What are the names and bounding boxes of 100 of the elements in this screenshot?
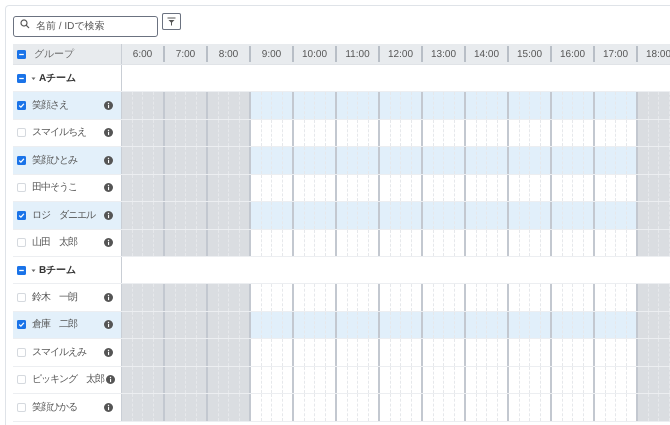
time-slot[interactable] bbox=[251, 92, 294, 118]
checkbox[interactable] bbox=[17, 210, 26, 220]
time-slot[interactable] bbox=[208, 147, 251, 174]
time-slot[interactable] bbox=[208, 366, 251, 393]
time-slot[interactable] bbox=[552, 92, 595, 118]
time-slot[interactable] bbox=[595, 92, 638, 118]
time-slot[interactable] bbox=[122, 284, 165, 310]
time-slot[interactable] bbox=[337, 312, 380, 338]
time-slot[interactable] bbox=[208, 120, 251, 146]
time-slot[interactable] bbox=[208, 312, 251, 338]
time-slot[interactable] bbox=[165, 147, 208, 174]
time-slot[interactable] bbox=[638, 120, 670, 146]
time-slot[interactable] bbox=[208, 339, 251, 366]
time-slot[interactable] bbox=[122, 312, 165, 338]
time-slot[interactable] bbox=[337, 202, 380, 228]
caret-icon[interactable] bbox=[31, 76, 36, 80]
time-slot[interactable] bbox=[638, 312, 670, 338]
time-slot[interactable] bbox=[208, 92, 251, 118]
info-icon[interactable] bbox=[104, 402, 113, 412]
time-slot[interactable] bbox=[122, 92, 165, 118]
time-slot[interactable] bbox=[251, 147, 294, 174]
time-slot[interactable] bbox=[638, 174, 670, 201]
time-slot[interactable] bbox=[638, 92, 670, 118]
time-slot[interactable] bbox=[380, 147, 423, 174]
time-slot[interactable] bbox=[122, 366, 165, 393]
time-slot[interactable] bbox=[337, 147, 380, 174]
info-icon[interactable] bbox=[104, 156, 113, 165]
info-icon[interactable] bbox=[104, 210, 113, 220]
time-slot[interactable] bbox=[552, 202, 595, 228]
checkbox[interactable] bbox=[17, 266, 26, 274]
checkbox[interactable] bbox=[17, 238, 26, 248]
time-slot[interactable] bbox=[165, 120, 208, 146]
time-slot[interactable] bbox=[466, 202, 509, 228]
info-icon[interactable] bbox=[104, 100, 113, 110]
checkbox[interactable] bbox=[17, 74, 26, 82]
time-slot[interactable] bbox=[122, 230, 165, 256]
time-slot[interactable] bbox=[122, 120, 165, 146]
time-slot[interactable] bbox=[509, 312, 552, 338]
time-slot[interactable] bbox=[423, 202, 466, 228]
checkbox[interactable] bbox=[17, 183, 26, 192]
time-slot[interactable] bbox=[294, 202, 337, 228]
time-slot[interactable] bbox=[509, 202, 552, 228]
time-slot[interactable] bbox=[638, 147, 670, 174]
time-slot[interactable] bbox=[380, 312, 423, 338]
time-slot[interactable] bbox=[122, 394, 165, 420]
time-slot[interactable] bbox=[165, 339, 208, 366]
time-slot[interactable] bbox=[165, 230, 208, 256]
filter-button[interactable] bbox=[162, 13, 181, 30]
search-field[interactable]: 名前 / IDで検索 bbox=[13, 16, 158, 37]
time-slot[interactable] bbox=[122, 174, 165, 201]
time-slot[interactable] bbox=[208, 284, 251, 310]
caret-icon[interactable] bbox=[31, 268, 36, 272]
time-slot[interactable] bbox=[165, 394, 208, 420]
time-slot[interactable] bbox=[122, 147, 165, 174]
time-slot[interactable] bbox=[552, 147, 595, 174]
time-slot[interactable] bbox=[380, 92, 423, 118]
info-icon[interactable] bbox=[104, 238, 113, 248]
checkbox[interactable] bbox=[17, 375, 26, 384]
time-slot[interactable] bbox=[638, 394, 670, 420]
checkbox[interactable] bbox=[17, 128, 26, 138]
time-slot[interactable] bbox=[595, 147, 638, 174]
time-slot[interactable] bbox=[208, 394, 251, 420]
info-icon[interactable] bbox=[104, 292, 113, 302]
time-slot[interactable] bbox=[595, 312, 638, 338]
info-icon[interactable] bbox=[104, 128, 113, 138]
time-slot[interactable] bbox=[294, 92, 337, 118]
time-slot[interactable] bbox=[595, 202, 638, 228]
time-slot[interactable] bbox=[638, 230, 670, 256]
time-slot[interactable] bbox=[638, 366, 670, 393]
time-slot[interactable] bbox=[165, 174, 208, 201]
time-slot[interactable] bbox=[380, 202, 423, 228]
time-slot[interactable] bbox=[251, 202, 294, 228]
info-icon[interactable] bbox=[104, 183, 113, 192]
time-slot[interactable] bbox=[208, 202, 251, 228]
time-slot[interactable] bbox=[251, 312, 294, 338]
time-slot[interactable] bbox=[165, 366, 208, 393]
checkbox[interactable] bbox=[17, 320, 26, 330]
time-slot[interactable] bbox=[122, 339, 165, 366]
time-slot[interactable] bbox=[165, 312, 208, 338]
time-slot[interactable] bbox=[337, 92, 380, 118]
time-slot[interactable] bbox=[208, 230, 251, 256]
time-slot[interactable] bbox=[466, 312, 509, 338]
checkbox[interactable] bbox=[17, 402, 26, 412]
time-slot[interactable] bbox=[294, 147, 337, 174]
time-slot[interactable] bbox=[423, 312, 466, 338]
time-slot[interactable] bbox=[638, 202, 670, 228]
time-slot[interactable] bbox=[423, 92, 466, 118]
time-slot[interactable] bbox=[509, 147, 552, 174]
info-icon[interactable] bbox=[106, 375, 115, 384]
time-slot[interactable] bbox=[165, 92, 208, 118]
checkbox[interactable] bbox=[17, 292, 26, 302]
checkbox[interactable] bbox=[17, 156, 26, 165]
time-slot[interactable] bbox=[165, 202, 208, 228]
time-slot[interactable] bbox=[294, 312, 337, 338]
time-slot[interactable] bbox=[423, 147, 466, 174]
time-slot[interactable] bbox=[638, 284, 670, 310]
time-slot[interactable] bbox=[509, 92, 552, 118]
time-slot[interactable] bbox=[208, 174, 251, 201]
time-slot[interactable] bbox=[165, 284, 208, 310]
time-slot[interactable] bbox=[466, 147, 509, 174]
